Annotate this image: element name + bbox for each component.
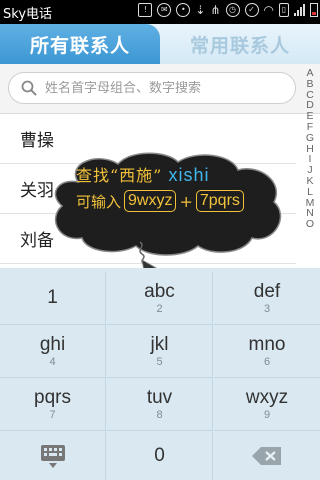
key-0[interactable]: 0: [107, 431, 213, 480]
search-tip-bubble: 查找“西施” xishi 可输入 9wxyz + 7pqrs: [48, 152, 286, 256]
key-main-label: mno: [248, 333, 286, 355]
battery-icon: [310, 3, 318, 17]
tip-find-label: 查找“西施”: [76, 166, 163, 185]
key-digit-label: 8: [156, 408, 163, 421]
keyboard-toggle-button[interactable]: [0, 431, 106, 480]
search-icon: [21, 80, 37, 96]
key-9[interactable]: wxyz 9: [214, 378, 320, 431]
tip-code-1: 9wxyz: [124, 190, 177, 212]
status-bar: Sky电话 ! ✉ • ⇣ ⋔ ◷ ✓ ◠ ▯: [0, 0, 320, 24]
key-digit-label: 5: [156, 355, 163, 368]
search-box[interactable]: [8, 72, 296, 104]
alphabet-letter[interactable]: B: [306, 78, 313, 90]
tab-frequent-contacts[interactable]: 常用联系人: [160, 24, 320, 64]
clock-icon: ◷: [225, 3, 240, 17]
tip-code-2: 7pqrs: [195, 190, 244, 212]
search-input[interactable]: [45, 80, 275, 96]
alphabet-letter[interactable]: L: [307, 186, 313, 198]
key-digit-label: 4: [49, 355, 56, 368]
key-main-label: wxyz: [245, 386, 289, 408]
wifi-icon: ◠: [263, 3, 274, 17]
alphabet-letter[interactable]: G: [306, 132, 314, 144]
key-main-label: tuv: [146, 386, 173, 408]
key-1[interactable]: 1: [0, 272, 106, 325]
key-digit-label: 9: [263, 408, 271, 421]
t9-keypad: 1 abc 2 def 3 ghi 4 jkl 5 mno 6 pqrs 7 t…: [0, 268, 320, 480]
search-bar: [0, 64, 320, 114]
key-digit-label: 7: [49, 408, 56, 421]
signal-icon: [294, 4, 305, 16]
key-4[interactable]: ghi 4: [0, 325, 106, 378]
usb-icon: ⇣: [195, 3, 206, 17]
key-main-label: pqrs: [34, 386, 71, 408]
contact-tabs: 所有联系人 常用联系人: [0, 24, 320, 64]
backspace-icon: [252, 446, 281, 465]
tip-input-label: 可输入: [76, 192, 122, 211]
key-6[interactable]: mno 6: [214, 325, 320, 378]
alarm-icon: •: [176, 3, 191, 17]
tip-line-1: 查找“西施” xishi: [76, 162, 209, 186]
check-icon: ✓: [244, 3, 259, 17]
key-main-label: jkl: [150, 333, 169, 355]
share-icon: ⋔: [210, 3, 221, 17]
sms-icon: ✉: [157, 3, 172, 17]
key-3[interactable]: def 3: [214, 272, 320, 325]
tab-all-contacts[interactable]: 所有联系人: [0, 24, 160, 64]
tip-keyword: xishi: [168, 165, 210, 185]
key-main-label: 0: [154, 444, 165, 466]
tip-line-2: 可输入 9wxyz + 7pqrs: [76, 190, 247, 212]
carrier-label: Sky电话: [3, 6, 53, 22]
key-digit-label: 3: [263, 302, 271, 315]
alphabet-letter[interactable]: O: [306, 219, 314, 230]
key-7[interactable]: pqrs 7: [0, 378, 106, 431]
key-main-label: 1: [47, 287, 58, 308]
vibrate-icon: ▯: [279, 3, 289, 17]
backspace-button[interactable]: [214, 431, 320, 480]
status-icons: ! ✉ • ⇣ ⋔ ◷ ✓ ◠ ▯: [138, 3, 318, 17]
notification-icon: !: [138, 3, 153, 17]
key-2[interactable]: abc 2: [107, 272, 213, 325]
key-main-label: ghi: [39, 333, 66, 355]
tip-plus: +: [179, 191, 193, 211]
key-main-label: def: [253, 280, 281, 302]
key-5[interactable]: jkl 5: [107, 325, 213, 378]
contact-name: 曹操: [20, 131, 54, 151]
keyboard-icon: [40, 444, 65, 468]
key-main-label: abc: [144, 280, 175, 302]
alphabet-index[interactable]: A B C D E F G H I J K L M N O: [300, 68, 320, 268]
key-digit-label: 2: [156, 302, 163, 315]
key-digit-label: 6: [263, 355, 271, 368]
key-8[interactable]: tuv 8: [107, 378, 213, 431]
